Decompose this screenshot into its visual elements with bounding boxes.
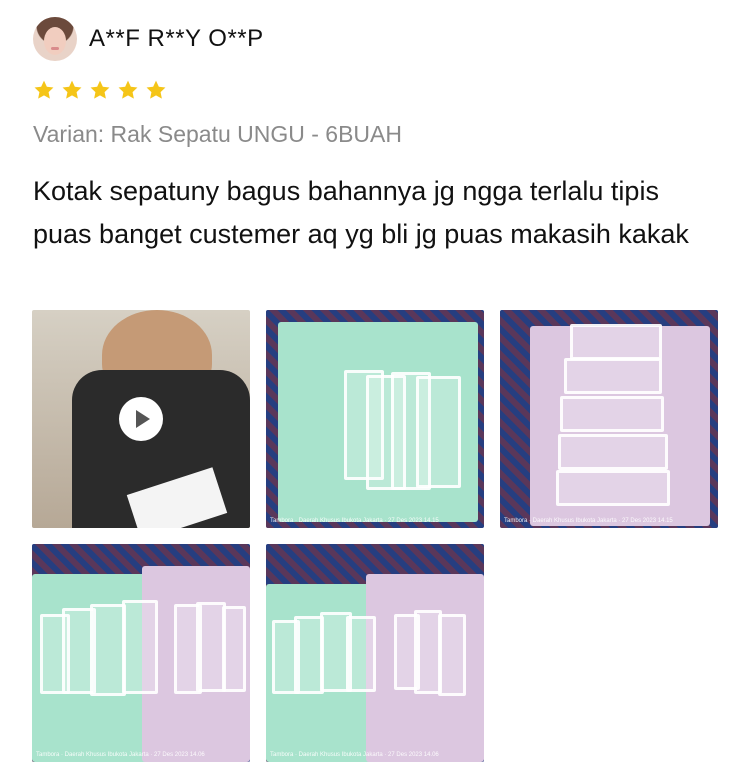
clear-frame xyxy=(570,324,662,360)
star-icon xyxy=(117,79,139,101)
review-header: A**F R**Y O**P xyxy=(33,17,264,61)
clear-frame xyxy=(346,616,376,692)
star-icon xyxy=(145,79,167,101)
clear-frame xyxy=(222,606,246,692)
star-rating xyxy=(33,79,167,101)
photo-watermark: Tambora · Daerah Khusus Ibukota Jakarta … xyxy=(504,518,673,524)
clear-frame xyxy=(556,470,670,506)
star-icon xyxy=(61,79,83,101)
star-icon xyxy=(89,79,111,101)
reviewer-username: A**F R**Y O**P xyxy=(89,25,264,52)
review-card: A**F R**Y O**P Varian: Rak Sepatu UNGU -… xyxy=(0,0,750,769)
avatar-face xyxy=(44,27,66,55)
photo-watermark: Tambora · Daerah Khusus Ibukota Jakarta … xyxy=(270,518,439,524)
clear-frame xyxy=(438,614,466,696)
clear-frame xyxy=(90,604,126,696)
clear-frame xyxy=(416,376,461,488)
review-video-thumbnail[interactable] xyxy=(32,310,250,528)
product-variant: Varian: Rak Sepatu UNGU - 6BUAH xyxy=(33,121,402,147)
star-icon xyxy=(33,79,55,101)
clear-frame xyxy=(564,358,662,394)
review-photo[interactable]: Tambora · Daerah Khusus Ibukota Jakarta … xyxy=(32,544,250,762)
photo-watermark: Tambora · Daerah Khusus Ibukota Jakarta … xyxy=(36,752,205,758)
play-icon[interactable] xyxy=(119,397,163,441)
avatar-lips xyxy=(51,47,59,50)
review-photo[interactable]: Tambora · Daerah Khusus Ibukota Jakarta … xyxy=(500,310,718,528)
clear-frame xyxy=(122,600,158,694)
review-photo[interactable]: Tambora · Daerah Khusus Ibukota Jakarta … xyxy=(266,310,484,528)
review-text: Kotak sepatuny bagus bahannya jg ngga te… xyxy=(33,176,689,249)
avatar[interactable] xyxy=(33,17,77,61)
photo-watermark: Tambora · Daerah Khusus Ibukota Jakarta … xyxy=(270,752,439,758)
review-photo[interactable]: Tambora · Daerah Khusus Ibukota Jakarta … xyxy=(266,544,484,762)
clear-frame xyxy=(558,434,668,470)
clear-frame xyxy=(560,396,664,432)
